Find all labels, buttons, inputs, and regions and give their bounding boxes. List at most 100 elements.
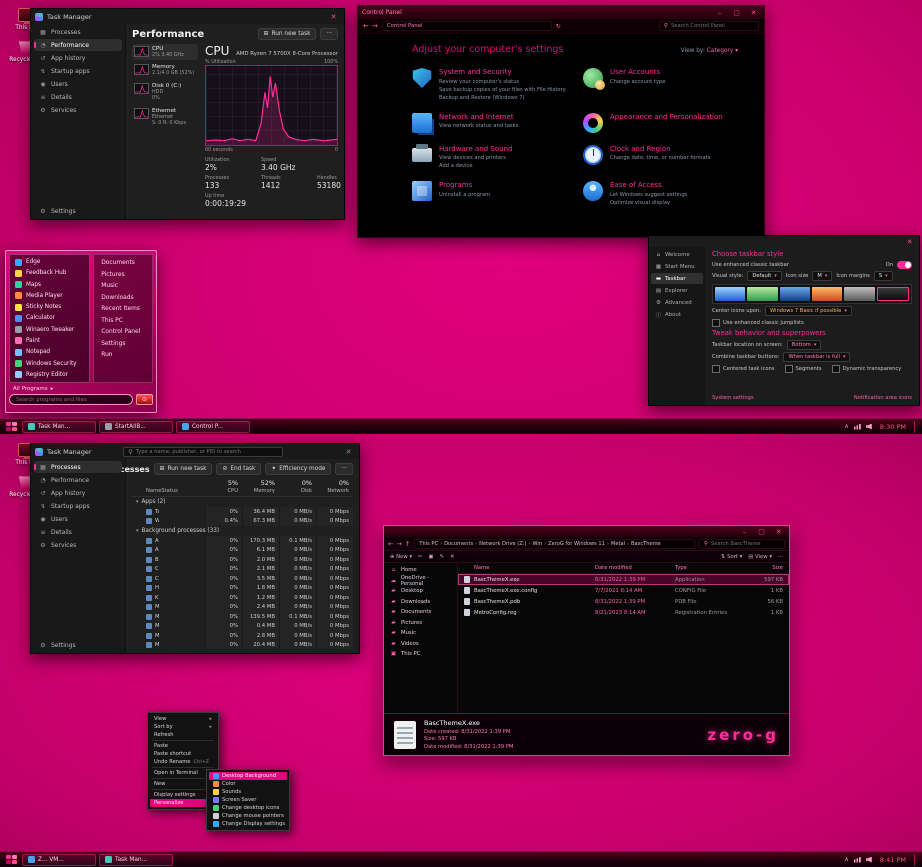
process-row[interactable]: KMS Server Emulator S... 0% 1.2 MB 0 MB/…	[132, 593, 353, 603]
breadcrumb-segment[interactable]: This PC›	[419, 541, 442, 547]
category-link[interactable]: Review your computer's status	[439, 79, 566, 85]
breadcrumb-segment[interactable]: ZeroG for Windows 11›	[548, 541, 609, 547]
process-search-box[interactable]: ⚲	[123, 447, 283, 457]
process-row[interactable]: Task Manager 0% 36.4 MB 0 MB/s 0 Mbps	[132, 507, 353, 517]
nav-item[interactable]: ▰ Pictures	[384, 618, 457, 629]
taskbar-app-button[interactable]: Control P...	[176, 421, 250, 433]
cut-button[interactable]: ✂	[418, 554, 422, 560]
sidebar-item[interactable]: ◔ Performance	[34, 39, 122, 51]
network-icon[interactable]	[854, 424, 861, 430]
category-item[interactable]: Hardware and Sound View devices and prin…	[412, 145, 567, 170]
close-button[interactable]: ✕	[342, 448, 355, 456]
enhanced-taskbar-toggle[interactable]	[897, 261, 912, 269]
sab-nav-item[interactable]: ⚙ Advanced	[651, 297, 703, 308]
process-row[interactable]: Application Frame Host 0% 6.1 MB 0 MB/s …	[132, 546, 353, 556]
process-row[interactable]: COM Surrogate 0% 2.1 MB 0 MB/s 0 Mbps	[132, 565, 353, 575]
taskbar-style-previews[interactable]	[712, 284, 912, 304]
taskbar-app-button[interactable]: StartAllB...	[99, 421, 173, 433]
perf-card[interactable]: EthernetEthernet S: 0 R: 0 Kbps	[132, 106, 198, 129]
category-link[interactable]: Change date, time, or number formats	[610, 155, 710, 161]
start-menu-app[interactable]: Sticky Notes	[12, 302, 87, 312]
rename-button[interactable]: ✎	[440, 554, 444, 560]
settings-link[interactable]: Notification area icons	[854, 395, 912, 401]
category-link[interactable]: View devices and printers	[439, 155, 512, 161]
nav-item[interactable]: ▰ Videos	[384, 639, 457, 650]
sidebar-item[interactable]: ↯ Startup apps	[34, 500, 122, 512]
column-stat[interactable]: 5%CPU	[205, 479, 242, 494]
nav-item[interactable]: ▣ This PC	[384, 649, 457, 660]
breadcrumb-bar[interactable]: This PC›Documents›Network Drive (Z:)›Win…	[414, 539, 695, 549]
address-field[interactable]: Control Panel	[382, 21, 552, 31]
submenu-item[interactable]: Change Display settings	[209, 820, 287, 828]
start-menu-place[interactable]: Downloads	[96, 293, 150, 304]
search-input[interactable]	[671, 23, 754, 29]
sab-nav-item[interactable]: ▤ Explorer	[651, 285, 703, 296]
start-menu-place[interactable]: Music	[96, 281, 150, 292]
forward-button[interactable]: →	[396, 540, 401, 548]
nav-item[interactable]: ☁ OneDrive - Personal	[384, 576, 457, 587]
context-menu-item[interactable]: ▸	[152, 740, 214, 741]
start-menu-app[interactable]: Winaero Tweaker	[12, 325, 87, 335]
process-row[interactable]: Microsoft Edge Update ... 0% 0.4 MB 0 MB…	[132, 622, 353, 632]
option-checkbox[interactable]: Dynamic transparency	[832, 365, 902, 373]
process-row[interactable]: Microsoft Edge (6) 0% 139.5 MB 0.1 MB/s …	[132, 612, 353, 622]
show-desktop-button[interactable]	[914, 421, 918, 433]
submenu-item[interactable]: Change mouse pointers	[209, 812, 287, 820]
sort-button[interactable]: ⇅ Sort ▾	[721, 554, 742, 560]
sidebar-item[interactable]: ◉ Users	[34, 513, 122, 525]
close-button[interactable]: ✕	[327, 13, 340, 21]
settings-link[interactable]: System settings	[712, 395, 754, 401]
category-title[interactable]: Programs	[439, 181, 472, 189]
taskbar-clock[interactable]: 8:41 PM	[877, 856, 909, 864]
more-button[interactable]: ···	[778, 554, 783, 560]
view-by-control[interactable]: View by: Category ▾	[681, 48, 738, 54]
category-item[interactable]: Network and Internet View network status…	[412, 113, 567, 133]
category-link[interactable]: Let Windows suggest settings	[610, 192, 687, 198]
category-title[interactable]: Hardware and Sound	[439, 145, 512, 153]
column-status[interactable]: Status	[161, 488, 205, 494]
back-button[interactable]: ←	[388, 540, 393, 548]
combine-buttons-select[interactable]: When taskbar is full▾	[783, 352, 850, 362]
minimize-button[interactable]: –	[713, 9, 726, 17]
volume-icon[interactable]	[866, 424, 872, 430]
column-date-modified[interactable]: Date modified	[595, 565, 675, 571]
forward-button[interactable]: →	[372, 22, 378, 30]
start-menu-app[interactable]: Registry Editor	[12, 370, 87, 380]
more-button[interactable]: ···	[335, 463, 353, 475]
breadcrumb-segment[interactable]: Network Drive (Z:)›	[479, 541, 530, 547]
start-menu-app[interactable]: Feedback Hub	[12, 268, 87, 278]
new-button[interactable]: ⊕ New ▾	[390, 554, 412, 560]
category-title[interactable]: Ease of Access	[610, 181, 662, 189]
context-menu-item[interactable]: Paste ▸	[150, 742, 216, 750]
perf-card[interactable]: CPU2% 3.40 GHz	[132, 44, 198, 60]
process-row[interactable]: Microsoft Windows Sear... 0% 20.4 MB 0 M…	[132, 641, 353, 650]
process-row[interactable]: Antimalware Service Exec... 0% 170.3 MB …	[132, 536, 353, 546]
start-menu-app[interactable]: Media Player	[12, 291, 87, 301]
breadcrumb-segment[interactable]: BascTheme›	[631, 541, 661, 547]
process-row[interactable]: Microsoft Network Real... 0% 2.8 MB 0 MB…	[132, 631, 353, 641]
submenu-item[interactable]: Change desktop icons	[209, 804, 287, 812]
copy-button[interactable]: ▣	[429, 554, 434, 560]
submenu-item[interactable]: Sounds	[209, 788, 287, 796]
titlebar[interactable]: Task Manager ⚲ ✕	[31, 444, 359, 459]
sab-nav-item[interactable]: ▬ Taskbar	[651, 273, 703, 284]
submenu-item[interactable]: Screen Saver	[209, 796, 287, 804]
process-search-input[interactable]	[136, 449, 278, 455]
category-link[interactable]: Backup and Restore (Windows 7)	[439, 95, 566, 101]
start-menu-app[interactable]: Edge	[12, 257, 87, 267]
more-button[interactable]: ···	[320, 28, 338, 40]
category-item[interactable]: System and Security Review your computer…	[412, 68, 567, 101]
close-button[interactable]: ✕	[772, 528, 785, 536]
category-link[interactable]: Uninstall a program	[439, 192, 490, 198]
category-title[interactable]: Appearance and Personalization	[610, 113, 723, 121]
perf-card[interactable]: Disk 0 (C:)HDD 0%	[132, 81, 198, 104]
category-item[interactable]: Programs Uninstall a program	[412, 181, 567, 206]
breadcrumb-segment[interactable]: Win›	[533, 541, 547, 547]
category-title[interactable]: System and Security	[439, 68, 511, 76]
style-thumbnail[interactable]	[780, 287, 810, 301]
sidebar-item[interactable]: ↺ App history	[34, 487, 122, 499]
sidebar-item-settings[interactable]: ⚙ Settings	[34, 205, 122, 217]
sidebar-item[interactable]: ◔ Performance	[34, 474, 122, 486]
file-row[interactable]: BascThemeX.exe 8/31/2022 1:39 PM Applica…	[458, 574, 789, 585]
start-menu-app[interactable]: Calculator	[12, 313, 87, 323]
